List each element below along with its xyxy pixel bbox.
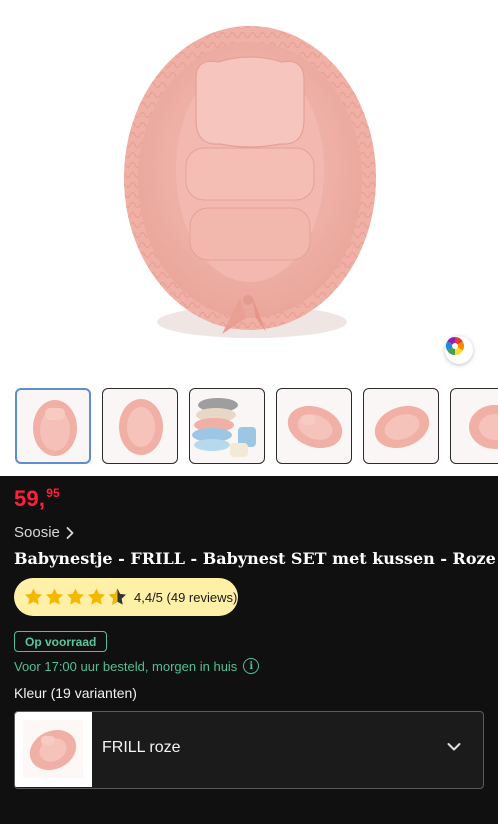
thumbnail-strip[interactable] <box>0 378 498 476</box>
color-wheel-button[interactable] <box>445 336 473 364</box>
thumbnail-1[interactable] <box>15 388 91 464</box>
stock-badge: Op voorraad <box>14 631 108 652</box>
star-icon <box>88 588 105 605</box>
thumbnail-image <box>119 399 163 455</box>
product-image[interactable] <box>0 0 498 378</box>
star-icon <box>67 588 84 605</box>
rating-stars <box>23 587 128 607</box>
star-icon <box>46 588 63 605</box>
star-half-icon <box>109 588 126 605</box>
brand-link[interactable]: Soosie <box>14 524 74 541</box>
thumbnail-6[interactable] <box>450 388 498 464</box>
thumbnail-image <box>192 398 256 457</box>
price-cents: 95 <box>46 486 60 500</box>
variants-label: Kleur (19 varianten) <box>14 685 137 701</box>
babynest-illustration <box>124 26 376 338</box>
product-info: 59,95 Soosie Babynestje - FRILL - Babyne… <box>0 476 498 824</box>
delivery-text: Voor 17:00 uur besteld, morgen in huis <box>14 658 238 674</box>
rating-text: 4,4/5 (49 reviews) <box>134 589 238 605</box>
color-wheel-icon <box>445 337 465 355</box>
product-title: Babynestje - FRILL - Babynest SET met ku… <box>14 549 496 568</box>
brand-name: Soosie <box>14 524 60 541</box>
star-icon <box>25 588 42 605</box>
thumbnail-3[interactable] <box>189 388 265 464</box>
delivery-info: Voor 17:00 uur besteld, morgen in huis i <box>14 658 260 674</box>
price-main: 59, <box>14 486 46 511</box>
thumbnail-5[interactable] <box>363 388 439 464</box>
price: 59,95 <box>14 486 60 512</box>
chevron-down-icon <box>447 743 461 751</box>
variant-thumbnail <box>15 712 92 787</box>
info-icon[interactable]: i <box>243 658 260 674</box>
thumbnail-image <box>287 405 343 449</box>
thumbnail-image <box>33 400 77 456</box>
rating-pill[interactable]: 4,4/5 (49 reviews) <box>14 578 238 616</box>
thumbnail-image <box>469 405 498 449</box>
thumbnail-2[interactable] <box>102 388 178 464</box>
variant-image <box>23 720 83 778</box>
selected-variant: FRILL roze <box>102 739 181 756</box>
variant-select[interactable]: FRILL roze <box>14 711 484 789</box>
chevron-right-icon <box>66 526 74 539</box>
thumbnail-image <box>374 405 430 449</box>
thumbnail-4[interactable] <box>276 388 352 464</box>
